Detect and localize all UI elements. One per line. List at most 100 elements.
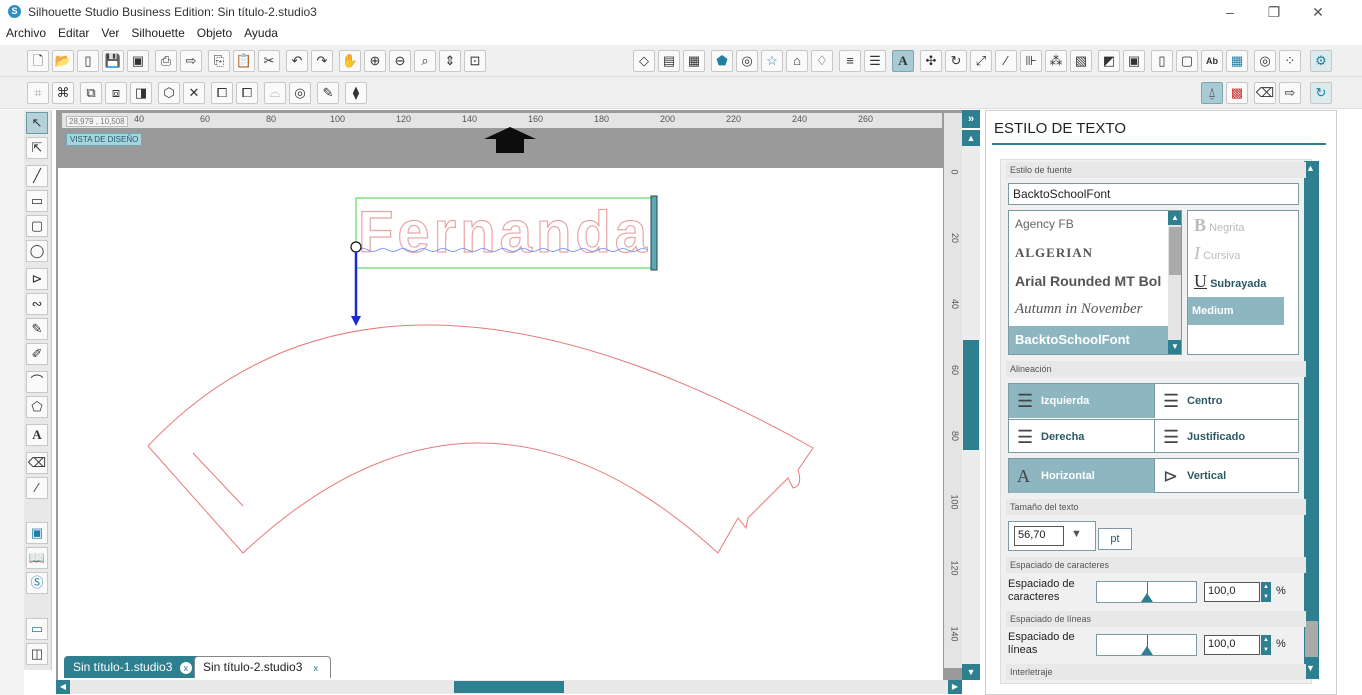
eraser-icon[interactable]: ⌫: [26, 452, 48, 474]
ellipse-tool-icon[interactable]: ◯: [26, 240, 48, 262]
eraser-tool-icon[interactable]: ⌫: [1254, 82, 1276, 104]
line-settings-icon[interactable]: ≡: [839, 50, 861, 72]
char-spacing-stepper[interactable]: ▲ ▼: [1261, 582, 1271, 602]
regular-polygon-tool-icon[interactable]: ⬠: [26, 396, 48, 418]
design-page[interactable]: Fernanda: [58, 168, 943, 683]
font-scroll-down-icon[interactable]: ▼: [1168, 340, 1181, 354]
make-compound-icon[interactable]: ⧉: [80, 82, 102, 104]
rectangle-tool-icon[interactable]: ▭: [26, 190, 48, 212]
point-edit-tool-icon[interactable]: ⇱: [26, 137, 48, 159]
transform-icon[interactable]: ✣: [920, 50, 942, 72]
font-name-input[interactable]: BacktoSchoolFont: [1008, 183, 1299, 205]
modify-icon[interactable]: ◩: [1098, 50, 1120, 72]
grid-icon[interactable]: ▦: [1226, 50, 1248, 72]
send-panel-icon[interactable]: ⇨: [1279, 82, 1301, 104]
align-icon[interactable]: ⊪: [1020, 50, 1042, 72]
close-tab-icon[interactable]: x: [179, 662, 192, 674]
weight-medium-option[interactable]: Medium: [1188, 297, 1284, 325]
redo-icon[interactable]: ↷: [311, 50, 333, 72]
underline-button[interactable]: U Subrayada: [1194, 271, 1294, 295]
menu-objeto[interactable]: Objeto: [191, 24, 238, 44]
menu-ver[interactable]: Ver: [95, 24, 125, 44]
pixscan-icon[interactable]: ✎: [317, 82, 339, 104]
vertical-scrollbar[interactable]: ▲ ▼: [962, 130, 980, 680]
group-icon[interactable]: ⌗: [27, 82, 49, 104]
freehand-tool-icon[interactable]: ✎: [26, 318, 48, 340]
menu-silhouette[interactable]: Silhouette: [125, 24, 190, 44]
font-list[interactable]: Agency FB ALGERIAN Arial Rounded MT Bol …: [1008, 210, 1182, 355]
weld-icon[interactable]: ⬡: [158, 82, 180, 104]
menu-archivo[interactable]: Archivo: [0, 24, 52, 44]
copy-icon[interactable]: ⎘: [208, 50, 230, 72]
line-spacing-input[interactable]: 100,0: [1204, 635, 1260, 655]
char-spacing-thumb[interactable]: [1141, 593, 1153, 602]
print-icon[interactable]: ⎙: [155, 50, 177, 72]
rotate-icon[interactable]: ↻: [945, 50, 967, 72]
line-spacing-stepper[interactable]: ▲ ▼: [1261, 635, 1271, 655]
font-list-scrollbar[interactable]: ▲ ▼: [1168, 211, 1181, 354]
font-scroll-up-icon[interactable]: ▲: [1168, 211, 1181, 225]
settings-gear-icon[interactable]: ⚙: [1310, 50, 1332, 72]
scroll-right-icon[interactable]: ▶: [948, 680, 962, 694]
library-icon[interactable]: ▯: [77, 50, 99, 72]
font-option-selected[interactable]: BacktoSchoolFont: [1009, 326, 1169, 354]
smooth-freehand-tool-icon[interactable]: ✐: [26, 343, 48, 365]
text-size-input[interactable]: 56,70: [1014, 526, 1064, 546]
select-tool-icon[interactable]: ↖: [26, 112, 48, 134]
save-as-icon[interactable]: ▣: [127, 50, 149, 72]
ungroup-icon[interactable]: ⌘: [52, 82, 74, 104]
dash-settings-icon[interactable]: ☰: [864, 50, 886, 72]
open-file-icon[interactable]: 📂: [52, 50, 74, 72]
hscroll-thumb[interactable]: [454, 681, 564, 693]
line-color-icon[interactable]: ⬟: [711, 50, 733, 72]
save-icon[interactable]: 💾: [102, 50, 124, 72]
pattern-icon[interactable]: ▦: [683, 50, 705, 72]
font-scroll-thumb[interactable]: [1169, 227, 1181, 275]
paste-icon[interactable]: 📋: [233, 50, 255, 72]
line-spacing-thumb[interactable]: [1141, 646, 1153, 655]
design-view-icon[interactable]: ▣: [26, 522, 48, 544]
char-spacing-slider[interactable]: [1096, 581, 1197, 603]
cut-icon[interactable]: ✂: [258, 50, 280, 72]
fill-color-icon[interactable]: ◇: [633, 50, 655, 72]
star-icon[interactable]: ☆: [761, 50, 783, 72]
text-size-unit[interactable]: pt: [1098, 528, 1132, 550]
offset-target-icon[interactable]: ◎: [289, 82, 311, 104]
send-back-icon[interactable]: ⧠: [236, 82, 258, 104]
panel-scrollbar[interactable]: ▲ ▼: [1304, 161, 1319, 679]
refresh-icon[interactable]: ↻: [1310, 82, 1332, 104]
replicate-icon[interactable]: ⁂: [1045, 50, 1067, 72]
align-left-button[interactable]: ☰ Izquierda: [1009, 384, 1154, 418]
font-option[interactable]: ALGERIAN: [1015, 245, 1093, 261]
scale-icon[interactable]: ⤢: [970, 50, 992, 72]
pattern-fill-icon[interactable]: ▩: [1226, 82, 1248, 104]
menu-editar[interactable]: Editar: [52, 24, 95, 44]
font-icon[interactable]: Ab: [1201, 50, 1223, 72]
release-compound-icon[interactable]: ⧈: [105, 82, 127, 104]
bold-button[interactable]: B Negrita: [1194, 215, 1294, 239]
collapse-panel-icon[interactable]: »: [962, 110, 980, 128]
dots-icon[interactable]: ⁘: [1279, 50, 1301, 72]
text-tool-icon[interactable]: A: [26, 424, 48, 446]
send-icon[interactable]: ⇨: [180, 50, 202, 72]
offset-icon[interactable]: ▣: [1123, 50, 1145, 72]
scroll-thumb[interactable]: [963, 340, 979, 450]
zoom-out-icon[interactable]: ⊖: [389, 50, 411, 72]
scroll-left-icon[interactable]: ◀: [56, 680, 70, 694]
menu-ayuda[interactable]: Ayuda: [238, 24, 284, 44]
rounded-rect-tool-icon[interactable]: ▢: [26, 215, 48, 237]
panel-scroll-up-icon[interactable]: ▲: [1306, 163, 1315, 173]
bring-front-icon[interactable]: ⧠: [211, 82, 233, 104]
knife-tool-icon[interactable]: ⁄: [26, 477, 48, 499]
polygon-tool-icon[interactable]: ⊳: [26, 268, 48, 290]
split-view-icon[interactable]: ◫: [26, 643, 48, 665]
font-option[interactable]: Arial Rounded MT Bol: [1015, 273, 1161, 289]
delete-icon[interactable]: ✕: [183, 82, 205, 104]
send-to-cut-icon[interactable]: ⍙: [1201, 82, 1223, 104]
font-option[interactable]: Autumn in November: [1015, 301, 1142, 318]
registration-icon[interactable]: ◎: [1254, 50, 1276, 72]
minimize-button[interactable]: –: [1215, 2, 1245, 22]
char-spacing-input[interactable]: 100,0: [1204, 582, 1260, 602]
line-tool-icon[interactable]: ╱: [26, 165, 48, 187]
scroll-up-icon[interactable]: ▲: [962, 130, 980, 146]
